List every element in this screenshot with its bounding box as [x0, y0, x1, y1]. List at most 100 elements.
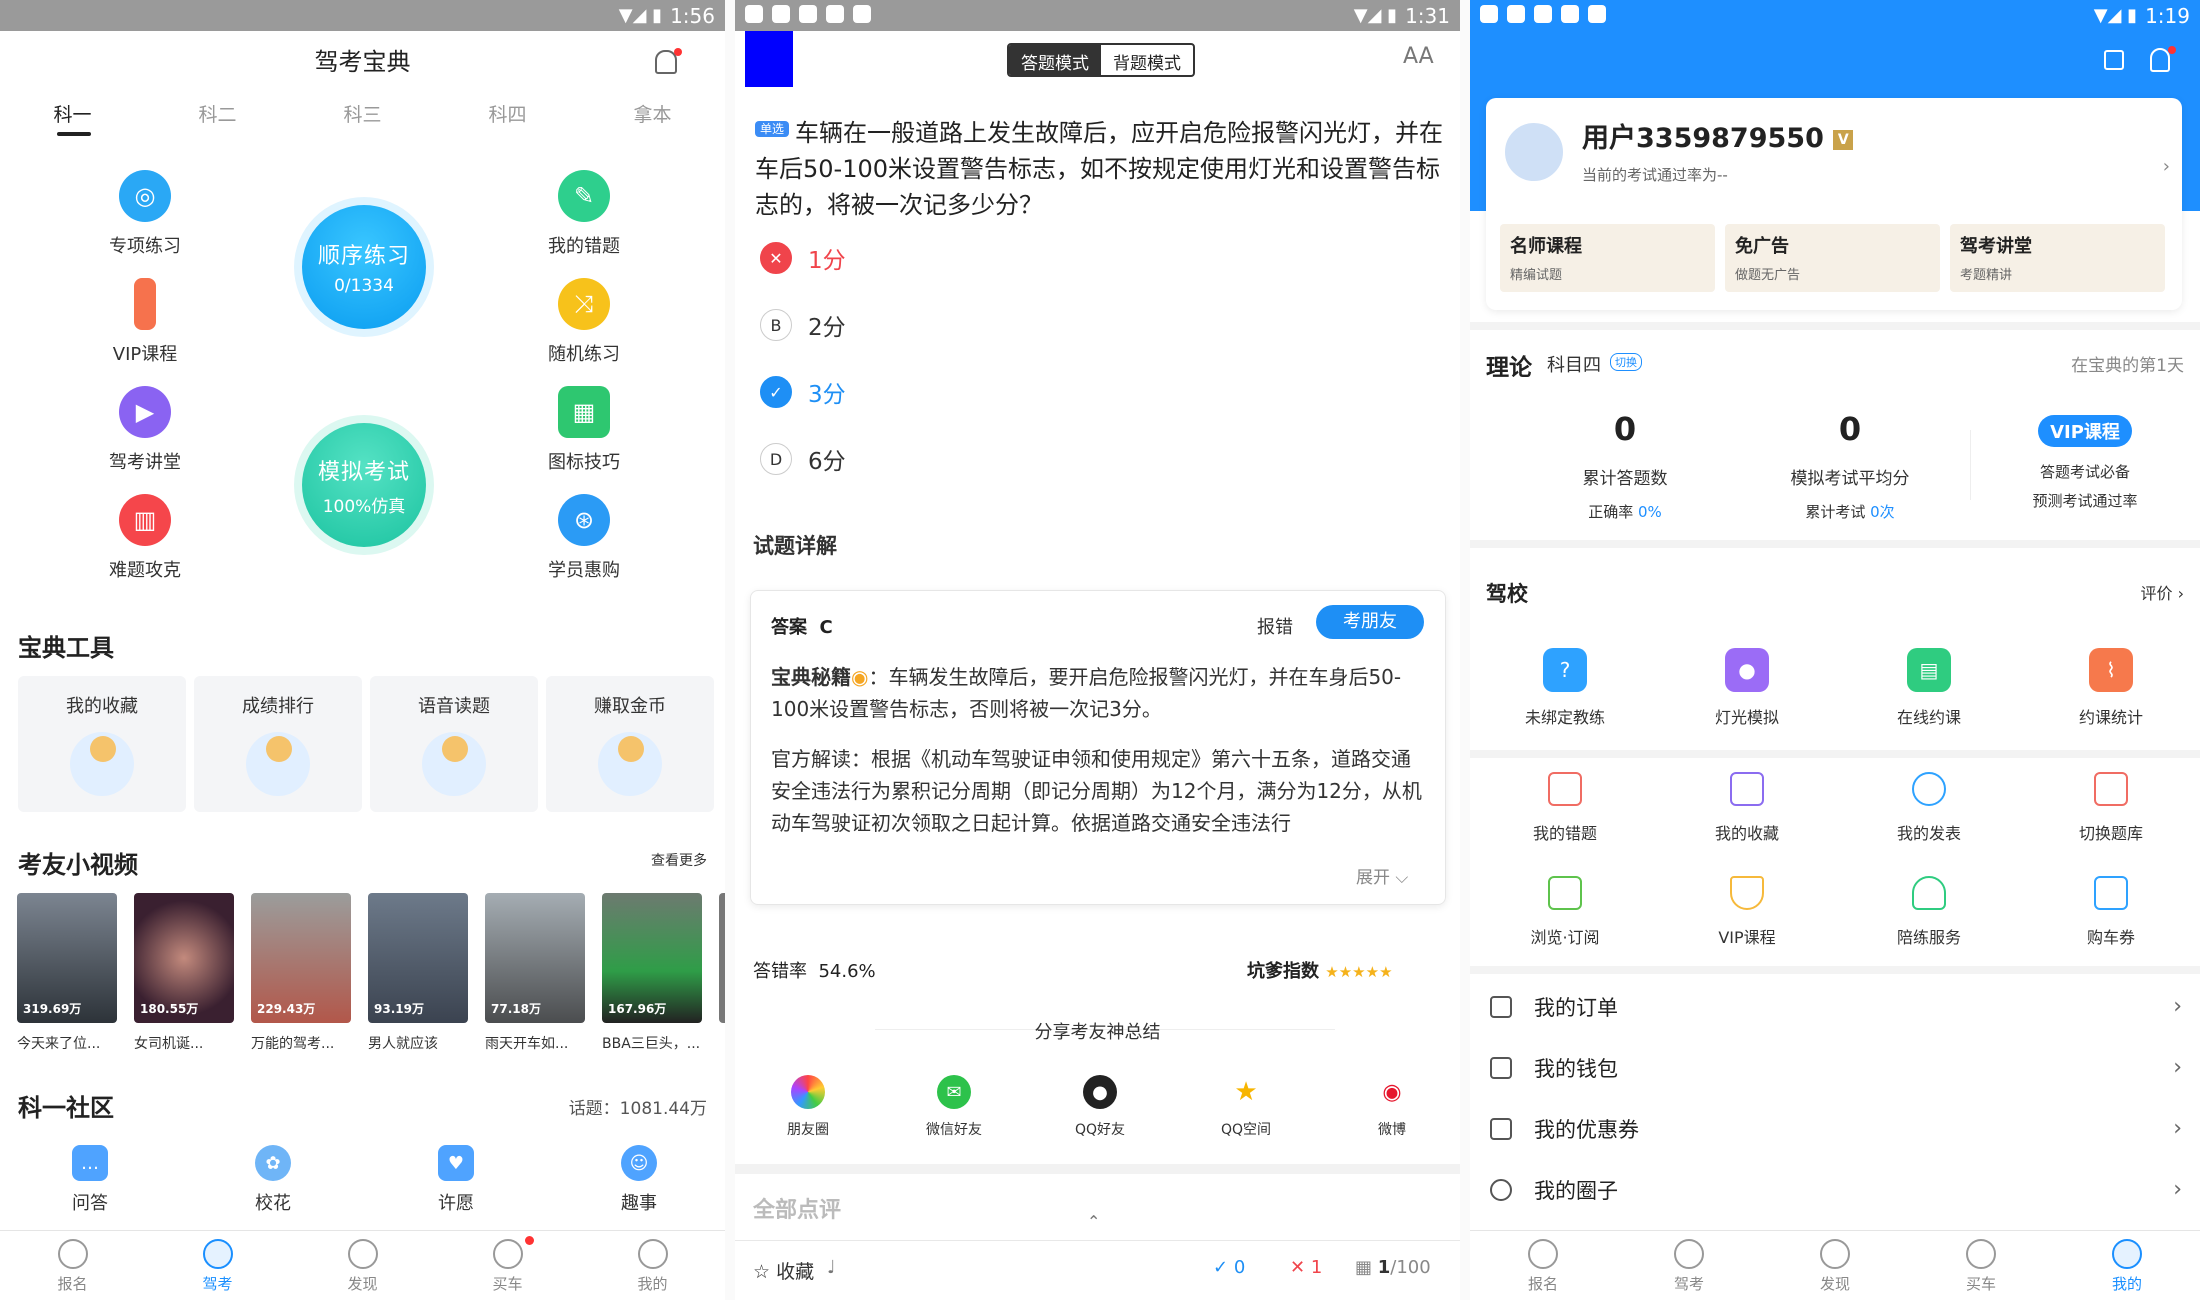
video-card[interactable]: 167.96万 BBA三巨头，... — [602, 893, 702, 1053]
option-c[interactable]: ✓ 3分 — [760, 375, 846, 409]
nav-buycar[interactable]: 买车 — [435, 1231, 580, 1300]
vip-course-promo[interactable]: VIP课程 答题考试必备 预测考试通过率 — [1975, 415, 2195, 511]
report-button[interactable]: 报错 — [1257, 613, 1293, 639]
tab-ke3[interactable]: 科三 — [290, 100, 435, 127]
grid-my-favorites[interactable]: 我的收藏 — [1656, 772, 1838, 844]
microphone-icon[interactable]: ♩ — [827, 1257, 836, 1278]
mode-memorize[interactable]: 背题模式 — [1101, 45, 1193, 75]
review-link[interactable]: 评价 › — [2141, 580, 2185, 604]
community-campus[interactable]: ✿ 校花 — [213, 1145, 333, 1215]
school-light-sim[interactable]: ● 灯光模拟 — [1656, 648, 1838, 728]
nav-mine[interactable]: 我的 — [580, 1231, 725, 1300]
nav-label: 驾考 — [1673, 1275, 1704, 1293]
video-card[interactable]: 319.69万 今天来了位... — [17, 893, 117, 1053]
tool-ranking[interactable]: 成绩排行 — [194, 676, 362, 812]
feature-icon-tips[interactable]: ▦ 图标技巧 — [504, 386, 664, 474]
community-qa[interactable]: … 问答 — [30, 1145, 150, 1215]
sequential-practice-button[interactable]: 顺序练习 0/1334 — [302, 205, 426, 329]
share-weibo[interactable]: ◉ 微博 — [1347, 1075, 1437, 1139]
nav-mine[interactable]: 我的 — [2054, 1231, 2200, 1300]
smile-icon: ☺ — [621, 1145, 657, 1181]
share-qq[interactable]: ● QQ好友 — [1055, 1075, 1145, 1139]
nav-exam[interactable]: 驾考 — [1616, 1231, 1762, 1300]
feature-hard-questions[interactable]: ▥ 难题攻克 — [65, 494, 225, 582]
feature-special-practice[interactable]: ◎ 专项练习 — [65, 170, 225, 258]
quick-lecture[interactable]: 驾考讲堂 考题精讲 — [1950, 224, 2165, 292]
menu-wallet[interactable]: 我的钱包 › — [1470, 1037, 2200, 1098]
grid-browse-subscribe[interactable]: 浏览·订阅 — [1474, 876, 1656, 948]
font-size-icon[interactable]: AA — [1403, 44, 1434, 69]
nav-label: 买车 — [492, 1275, 523, 1293]
nav-discover[interactable]: 发现 — [290, 1231, 435, 1300]
videos-more-link[interactable]: 查看更多 — [651, 850, 707, 870]
feature-my-mistakes[interactable]: ✎ 我的错题 — [504, 170, 664, 258]
nav-buycar[interactable]: 买车 — [1908, 1231, 2054, 1300]
steering-icon — [202, 1239, 233, 1269]
feature-discount[interactable]: ⊛ 学员惠购 — [504, 494, 664, 582]
option-d[interactable]: D 6分 — [760, 442, 846, 476]
school-coach[interactable]: ? 未绑定教练 — [1474, 648, 1656, 728]
feature-random[interactable]: ⤨ 随机练习 — [504, 278, 664, 366]
community-wish[interactable]: ♥ 许愿 — [396, 1145, 516, 1215]
option-a[interactable]: ✕ 1分 — [760, 241, 846, 275]
tool-coins[interactable]: 赚取金币 — [546, 676, 714, 812]
user-card[interactable]: 用户3359879550 V 当前的考试通过率为-- › 名师课程 精编试题 免广… — [1486, 98, 2182, 310]
video-card[interactable]: 77.18万 雨天开车如... — [485, 893, 585, 1053]
grid-switch-bank[interactable]: 切换题库 — [2020, 772, 2200, 844]
expand-link[interactable]: 展开 ⌵ — [1356, 863, 1408, 888]
tool-voice[interactable]: 语音读题 — [370, 676, 538, 812]
right-count-value: 0 — [1233, 1257, 1246, 1278]
moments-icon — [791, 1075, 825, 1109]
video-card[interactable]: 180.55万 女司机诞... — [134, 893, 234, 1053]
avatar[interactable] — [1502, 120, 1566, 184]
menu-circles[interactable]: 我的圈子 › — [1470, 1159, 2200, 1220]
bell-icon[interactable] — [2150, 48, 2170, 72]
grid-vip-course[interactable]: VIP课程 — [1656, 876, 1838, 948]
tab-ke1[interactable]: 科一 — [0, 100, 145, 127]
nav-signup[interactable]: 报名 — [0, 1231, 145, 1300]
grid-my-mistakes[interactable]: 我的错题 — [1474, 772, 1656, 844]
option-b[interactable]: B 2分 — [760, 308, 846, 342]
menu-label: 我的订单 — [1534, 995, 1618, 1020]
friend-button[interactable]: 考朋友 — [1316, 605, 1424, 639]
feature-lecture[interactable]: ▶ 驾考讲堂 — [65, 386, 225, 474]
switch-subject-button[interactable]: 切换 — [1610, 353, 1642, 371]
grid-my-posts[interactable]: 我的发表 — [1838, 772, 2020, 844]
community-fun[interactable]: ☺ 趣事 — [579, 1145, 699, 1215]
feature-vip-course[interactable]: VIP课程 — [65, 278, 225, 366]
quick-no-ads[interactable]: 免广告 做题无广告 — [1725, 224, 1940, 292]
share-moments[interactable]: 朋友圈 — [763, 1075, 853, 1139]
favorite-button[interactable]: ☆ 收藏 — [753, 1257, 814, 1284]
menu-label: 我的优惠券 — [1534, 1117, 1639, 1142]
menu-orders[interactable]: 我的订单 › — [1470, 976, 2200, 1037]
video-card[interactable]: 93.19万 男人就应该 — [368, 893, 468, 1053]
nav-exam[interactable]: 驾考 — [145, 1231, 290, 1300]
nav-discover[interactable]: 发现 — [1762, 1231, 1908, 1300]
school-booking-stats[interactable]: ⌇ 约课统计 — [2020, 648, 2200, 728]
tool-favorites[interactable]: 我的收藏 — [18, 676, 186, 812]
mock-exam-button[interactable]: 模拟考试 100%仿真 — [302, 423, 426, 547]
video-icon: ▶ — [119, 386, 171, 438]
progress-counter[interactable]: ▦ 1/100 — [1355, 1257, 1431, 1278]
video-card[interactable]: 229.43万 万能的驾考... — [251, 893, 351, 1053]
grid-car-voucher[interactable]: 购车券 — [2020, 876, 2200, 948]
nav-label: 我的 — [637, 1275, 668, 1293]
heart-card-icon: ♥ — [438, 1145, 474, 1181]
review-label: 评价 — [2140, 584, 2173, 603]
chevron-up-icon[interactable]: ⌃ — [1087, 1212, 1100, 1231]
grid-practice-service[interactable]: 陪练服务 — [1838, 876, 2020, 948]
tab-ke4[interactable]: 科四 — [435, 100, 580, 127]
share-qzone[interactable]: ★ QQ空间 — [1201, 1075, 1291, 1139]
mode-answer[interactable]: 答题模式 — [1009, 45, 1101, 75]
share-wechat[interactable]: ✉ 微信好友 — [909, 1075, 999, 1139]
menu-coupons[interactable]: 我的优惠券 › — [1470, 1098, 2200, 1159]
nav-signup[interactable]: 报名 — [1470, 1231, 1616, 1300]
tab-license[interactable]: 拿本 — [580, 100, 725, 127]
share-label: 微信好友 — [926, 1122, 982, 1138]
quick-teacher-course[interactable]: 名师课程 精编试题 — [1500, 224, 1715, 292]
edit-icon: ✎ — [558, 170, 610, 222]
tab-ke2[interactable]: 科二 — [145, 100, 290, 127]
video-caption: 女司机诞... — [134, 1036, 204, 1052]
checkin-icon[interactable] — [2104, 50, 2124, 70]
school-online-booking[interactable]: ▤ 在线约课 — [1838, 648, 2020, 728]
